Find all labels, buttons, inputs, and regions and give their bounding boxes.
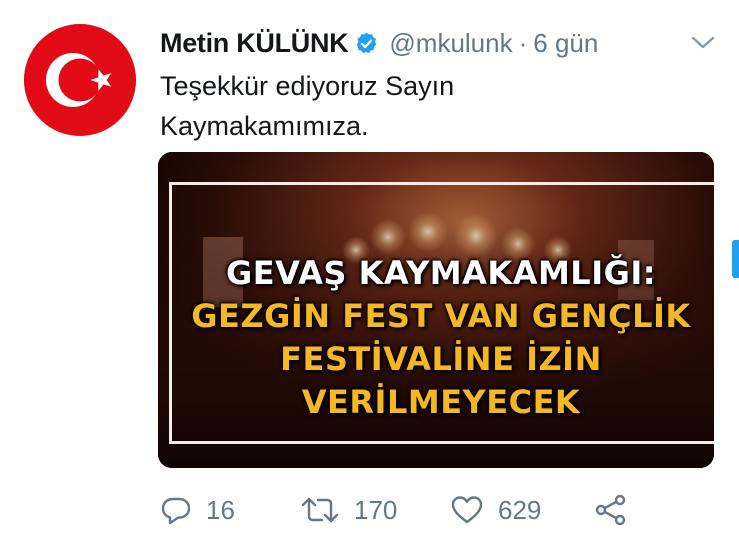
tweet[interactable]: Metin KÜLÜNK @mkulunk · 6 gün Teşekkür e… — [0, 0, 739, 547]
heart-icon — [451, 496, 483, 524]
tweet-header: Metin KÜLÜNK @mkulunk · 6 gün — [160, 26, 598, 60]
media-headline: GEVAŞ KAYMAKAMLIĞI: GEZGİN FEST VAN GENÇ… — [168, 252, 714, 424]
scroll-indicator[interactable] — [732, 240, 739, 278]
share-button[interactable] — [594, 490, 628, 530]
tweet-actions: 16 170 629 — [160, 490, 640, 530]
tweet-time[interactable]: 6 gün — [533, 28, 598, 59]
headline-line-2: GEZGİN FEST VAN GENÇLİK — [191, 297, 691, 335]
chevron-down-icon[interactable] — [690, 34, 716, 52]
share-icon — [595, 494, 626, 526]
reply-button[interactable]: 16 — [160, 490, 235, 530]
tweet-media[interactable]: GEVAŞ KAYMAKAMLIĞI: GEZGİN FEST VAN GENÇ… — [158, 152, 714, 468]
turkish-flag-icon — [24, 24, 136, 136]
retweet-count: 170 — [354, 494, 398, 525]
headline-line-1: GEVAŞ KAYMAKAMLIĞI: — [225, 254, 657, 292]
like-count: 629 — [498, 494, 542, 525]
retweet-button[interactable]: 170 — [300, 490, 397, 530]
tweet-text: Teşekkür ediyoruz Sayın Kaymakamımıza. — [160, 71, 455, 141]
verified-badge-icon — [357, 32, 377, 53]
separator-dot: · — [518, 27, 528, 58]
author-handle[interactable]: @mkulunk — [389, 28, 512, 59]
like-button[interactable]: 629 — [450, 490, 541, 530]
reply-count: 16 — [206, 494, 235, 525]
author-name[interactable]: Metin KÜLÜNK — [160, 28, 349, 59]
headline-line-3: FESTİVALİNE İZİN VERİLMEYECEK — [280, 340, 602, 421]
retweet-icon — [301, 497, 339, 523]
reply-icon — [161, 497, 191, 525]
avatar[interactable] — [24, 24, 136, 136]
